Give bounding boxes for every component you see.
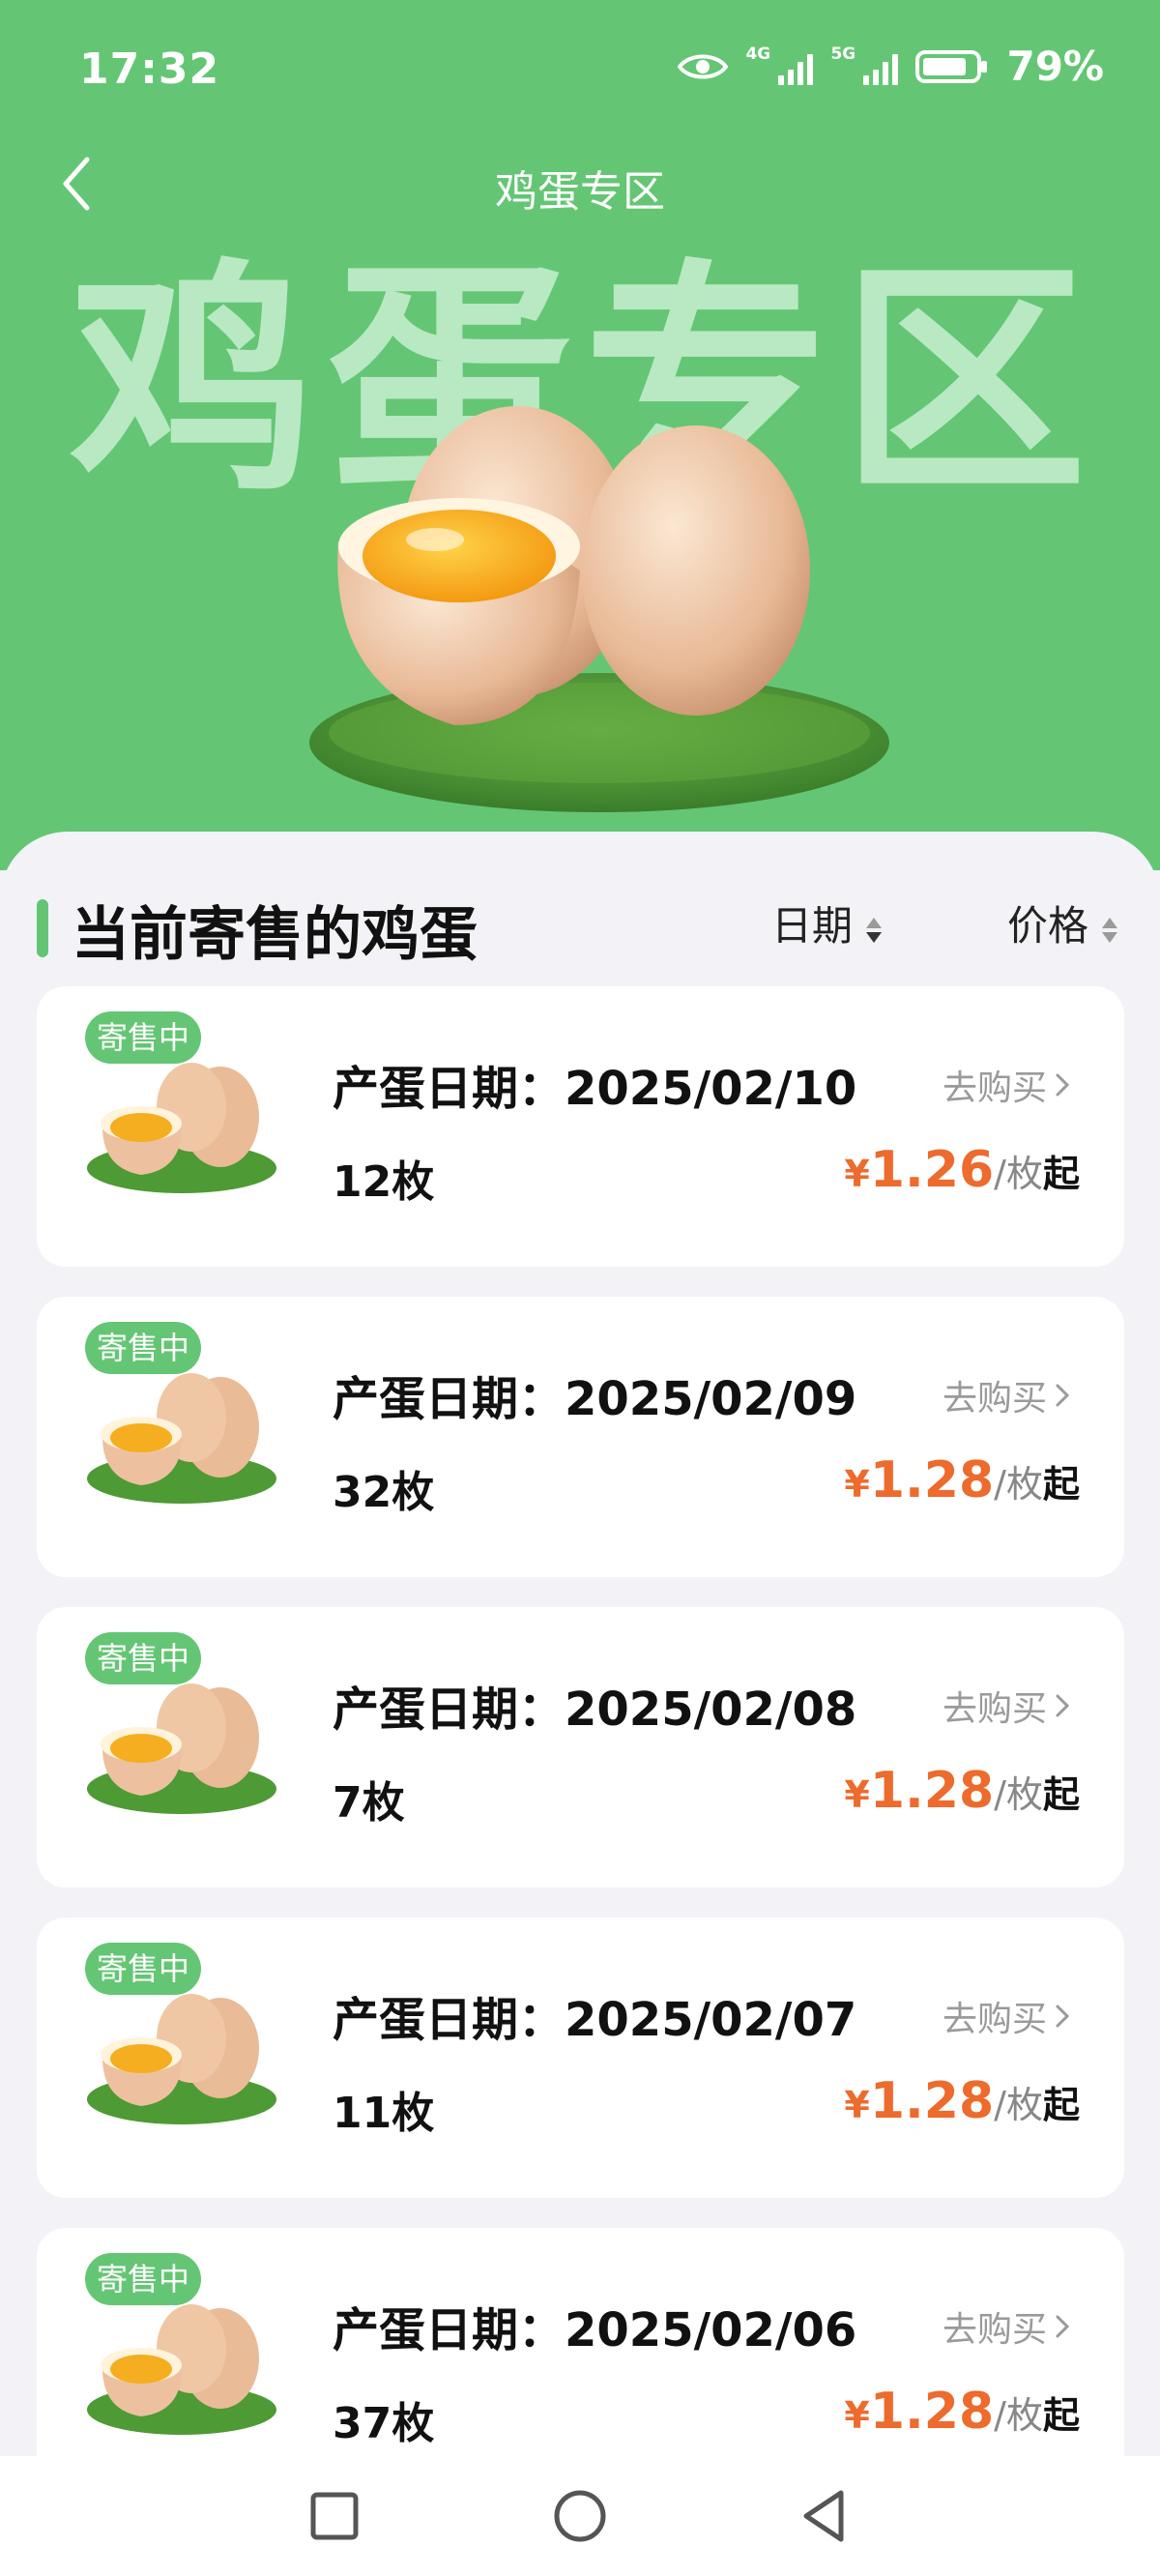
eye-icon [678, 54, 729, 78]
buy-label: 去购买 [942, 1379, 1047, 1419]
price-unit: /枚 [994, 2394, 1043, 2437]
price-unit: /枚 [994, 1773, 1043, 1816]
buy-label: 去购买 [942, 1068, 1047, 1108]
price-value: 1.28 [869, 1762, 995, 1820]
section-header: 当前寄售的鸡蛋 日期 价格 [37, 888, 1129, 969]
square-icon [310, 2492, 359, 2540]
chevron-right-icon [1056, 1694, 1070, 1717]
signal-5g-icon: 5G [830, 44, 899, 89]
price: ¥ 1.28 /枚 起 [844, 1762, 1080, 1820]
price-suffix: 起 [1042, 2084, 1080, 2126]
laying-date: 产蛋日期：2025/02/07 [333, 1993, 857, 2047]
recent-apps-button[interactable] [304, 2485, 365, 2547]
sort-price-label: 价格 [1007, 902, 1089, 950]
egg-thumbnail [85, 1675, 278, 1820]
section-accent-bar [37, 899, 48, 957]
status-bar: 17:32 4G 5G 79% [0, 0, 1160, 135]
laying-date: 产蛋日期：2025/02/10 [333, 1062, 857, 1116]
status-badge: 寄售中 [85, 2253, 202, 2305]
egg-count: 37枚 [333, 2399, 435, 2448]
buy-link[interactable]: 去购买 [942, 1681, 1070, 1731]
egg-count: 7枚 [333, 1778, 405, 1828]
egg-thumbnail [85, 2296, 278, 2441]
egg-count: 11枚 [333, 2089, 435, 2138]
buy-label: 去购买 [942, 1689, 1047, 1729]
list-item[interactable]: 寄售中 产蛋日期：2025/02/07 11枚 去购买 ¥ 1.28 /枚 起 [37, 1917, 1124, 2198]
price-unit: /枚 [994, 1153, 1043, 1195]
signal-4g-icon: 4G [745, 44, 814, 89]
chevron-right-icon [1056, 1384, 1070, 1407]
egg-count: 32枚 [333, 1468, 435, 1517]
system-navigation-bar [0, 2456, 1160, 2576]
buy-link[interactable]: 去购买 [942, 1060, 1070, 1110]
sort-date-label: 日期 [771, 902, 854, 950]
page-title: 鸡蛋专区 [495, 167, 665, 217]
chevron-right-icon [1056, 2315, 1070, 2338]
chevron-right-icon [1056, 2005, 1070, 2028]
sort-arrows-icon [1102, 917, 1118, 943]
egg-count: 12枚 [333, 1157, 435, 1207]
price-value: 1.28 [869, 2383, 995, 2441]
egg-listing-list: 寄售中 产蛋日期：2025/02/10 12枚 去购买 ¥ 1.26 /枚 起 [37, 986, 1124, 2538]
laying-date: 产蛋日期：2025/02/06 [333, 2303, 857, 2357]
status-badge: 寄售中 [85, 1943, 202, 1995]
sort-by-date-button[interactable]: 日期 [771, 893, 883, 952]
currency-symbol: ¥ [844, 1153, 870, 1195]
hero-banner: 17:32 4G 5G 79% 鸡蛋专区 鸡蛋专区 [0, 0, 1160, 870]
triangle-back-icon [803, 2490, 844, 2542]
status-badge: 寄售中 [85, 1632, 202, 1684]
buy-link[interactable]: 去购买 [942, 1991, 1070, 2041]
content-panel: 当前寄售的鸡蛋 日期 价格 寄售中 产蛋日期：2025/02/10 12枚 去购… [0, 832, 1160, 2508]
price: ¥ 1.28 /枚 起 [844, 2072, 1080, 2130]
price-suffix: 起 [1042, 1463, 1080, 1506]
laying-date: 产蛋日期：2025/02/08 [333, 1683, 857, 1737]
price-unit: /枚 [994, 2084, 1043, 2126]
battery-icon [915, 49, 988, 83]
sort-by-price-button[interactable]: 价格 [1007, 893, 1118, 952]
price-value: 1.26 [869, 1141, 995, 1199]
status-time: 17:32 [79, 44, 220, 94]
currency-symbol: ¥ [844, 2084, 870, 2126]
laying-date: 产蛋日期：2025/02/09 [333, 1372, 857, 1426]
list-item[interactable]: 寄售中 产蛋日期：2025/02/10 12枚 去购买 ¥ 1.26 /枚 起 [37, 986, 1124, 1267]
egg-thumbnail [85, 1985, 278, 2130]
price-unit: /枚 [994, 1463, 1043, 1506]
egg-illustration [309, 406, 889, 812]
battery-percent: 79% [1006, 43, 1104, 90]
currency-symbol: ¥ [844, 1463, 870, 1506]
list-item[interactable]: 寄售中 产蛋日期：2025/02/09 32枚 去购买 ¥ 1.28 /枚 起 [37, 1297, 1124, 1577]
currency-symbol: ¥ [844, 2394, 870, 2437]
system-back-button[interactable] [795, 2485, 856, 2547]
currency-symbol: ¥ [844, 1773, 870, 1816]
buy-link[interactable]: 去购买 [942, 1370, 1070, 1420]
list-item[interactable]: 寄售中 产蛋日期：2025/02/08 7枚 去购买 ¥ 1.28 /枚 起 [37, 1607, 1124, 1888]
egg-thumbnail [85, 1364, 278, 1509]
section-title: 当前寄售的鸡蛋 [72, 901, 478, 969]
price-value: 1.28 [869, 1451, 995, 1509]
status-badge: 寄售中 [85, 1322, 202, 1374]
chevron-right-icon [1056, 1073, 1070, 1097]
price-suffix: 起 [1042, 1153, 1080, 1195]
price: ¥ 1.28 /枚 起 [844, 1451, 1080, 1509]
status-icons: 4G 5G 79% [678, 43, 1104, 90]
egg-thumbnail [85, 1054, 278, 1199]
buy-link[interactable]: 去购买 [942, 2301, 1070, 2352]
price-suffix: 起 [1042, 2394, 1080, 2437]
price: ¥ 1.26 /枚 起 [844, 1141, 1080, 1199]
price: ¥ 1.28 /枚 起 [844, 2383, 1080, 2441]
price-suffix: 起 [1042, 1773, 1080, 1816]
status-badge: 寄售中 [85, 1011, 202, 1064]
price-value: 1.28 [869, 2072, 995, 2130]
buy-label: 去购买 [942, 2310, 1047, 2350]
home-button[interactable] [549, 2485, 611, 2547]
sort-arrows-icon [866, 917, 883, 943]
circle-icon [554, 2490, 606, 2542]
buy-label: 去购买 [942, 2000, 1047, 2039]
